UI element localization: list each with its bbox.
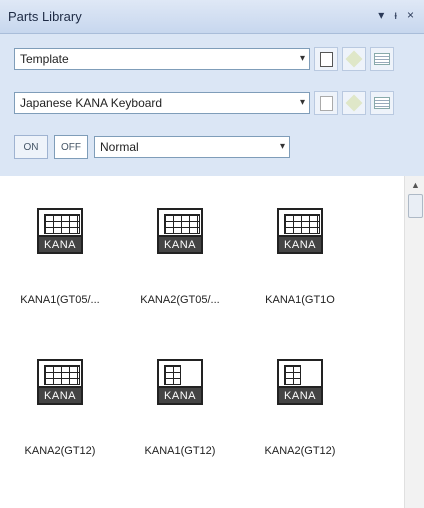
part-caption: KANA1(GT1O xyxy=(265,294,335,306)
scroll-up-icon[interactable]: ▲ xyxy=(411,180,420,190)
part-tile[interactable]: KANA KANA2(GT12) xyxy=(0,331,120,481)
part-tile[interactable]: KANA KANA2(GT05/... xyxy=(120,180,240,330)
chevron-down-icon: ▾ xyxy=(299,53,305,64)
parts-library-panel: Parts Library ▾ ᵻ × Template ▾ Japanese … xyxy=(0,0,424,508)
toolbar: Template ▾ Japanese KANA Keyboard ▾ ON O… xyxy=(0,34,424,176)
keyboard-icon: KANA xyxy=(37,208,83,254)
category-row: Japanese KANA Keyboard ▾ xyxy=(14,90,394,116)
list-icon xyxy=(374,97,390,109)
on-state-button[interactable]: ON xyxy=(14,135,48,159)
part-tile[interactable]: KANA KANA1(GT05/... xyxy=(0,180,120,330)
part-caption: KANA1(GT12) xyxy=(144,445,216,457)
part-caption: KANA2(GT12) xyxy=(24,445,96,457)
on-label: ON xyxy=(23,141,39,153)
chevron-down-icon: ▾ xyxy=(279,141,285,152)
keyboard-icon: KANA xyxy=(157,359,203,405)
part-tile[interactable]: KANA KANA1(GT12) xyxy=(120,331,240,481)
document-icon xyxy=(319,95,333,111)
edit-button-2[interactable] xyxy=(342,91,366,115)
chevron-down-icon: ▾ xyxy=(299,97,305,108)
edit-button[interactable] xyxy=(342,47,366,71)
part-caption: KANA2(GT12) xyxy=(264,445,336,457)
category-select-value: Japanese KANA Keyboard xyxy=(20,96,163,110)
pin-icon[interactable]: ᵻ xyxy=(394,8,397,22)
keyboard-icon: KANA xyxy=(277,208,323,254)
part-tile[interactable]: KANA KANA2(GT12) xyxy=(240,331,360,481)
new-button-2[interactable] xyxy=(314,91,338,115)
properties-button[interactable] xyxy=(370,47,394,71)
state-row: ON OFF Normal ▾ xyxy=(14,134,290,160)
title-controls: ▾ ᵻ × xyxy=(378,8,414,22)
template-row: Template ▾ xyxy=(14,46,394,72)
keyboard-icon: KANA xyxy=(157,208,203,254)
edit-icon xyxy=(345,50,363,68)
scrollbar-thumb[interactable] xyxy=(408,194,423,218)
off-label: OFF xyxy=(61,141,81,153)
vertical-scrollbar[interactable]: ▲ xyxy=(404,176,424,508)
title-bar: Parts Library ▾ ᵻ × xyxy=(0,0,424,34)
properties-button-2[interactable] xyxy=(370,91,394,115)
document-icon xyxy=(319,51,333,67)
panel-title: Parts Library xyxy=(8,9,82,24)
dropdown-icon[interactable]: ▾ xyxy=(378,8,384,22)
list-icon xyxy=(374,53,390,65)
category-select[interactable]: Japanese KANA Keyboard ▾ xyxy=(14,92,310,114)
keyboard-icon: KANA xyxy=(37,359,83,405)
close-icon[interactable]: × xyxy=(407,8,414,22)
template-select-value: Template xyxy=(20,52,69,66)
off-state-button[interactable]: OFF xyxy=(54,135,88,159)
new-button[interactable] xyxy=(314,47,338,71)
edit-icon xyxy=(345,94,363,112)
part-caption: KANA2(GT05/... xyxy=(140,294,220,306)
part-tile[interactable]: KANA KANA1(GT1O xyxy=(240,180,360,330)
style-select[interactable]: Normal ▾ xyxy=(94,136,290,158)
part-caption: KANA1(GT05/... xyxy=(20,294,100,306)
parts-grid: KANA KANA1(GT05/... KANA KANA2(GT05/... … xyxy=(0,176,404,508)
style-select-value: Normal xyxy=(100,140,139,154)
keyboard-icon: KANA xyxy=(277,359,323,405)
template-select[interactable]: Template ▾ xyxy=(14,48,310,70)
